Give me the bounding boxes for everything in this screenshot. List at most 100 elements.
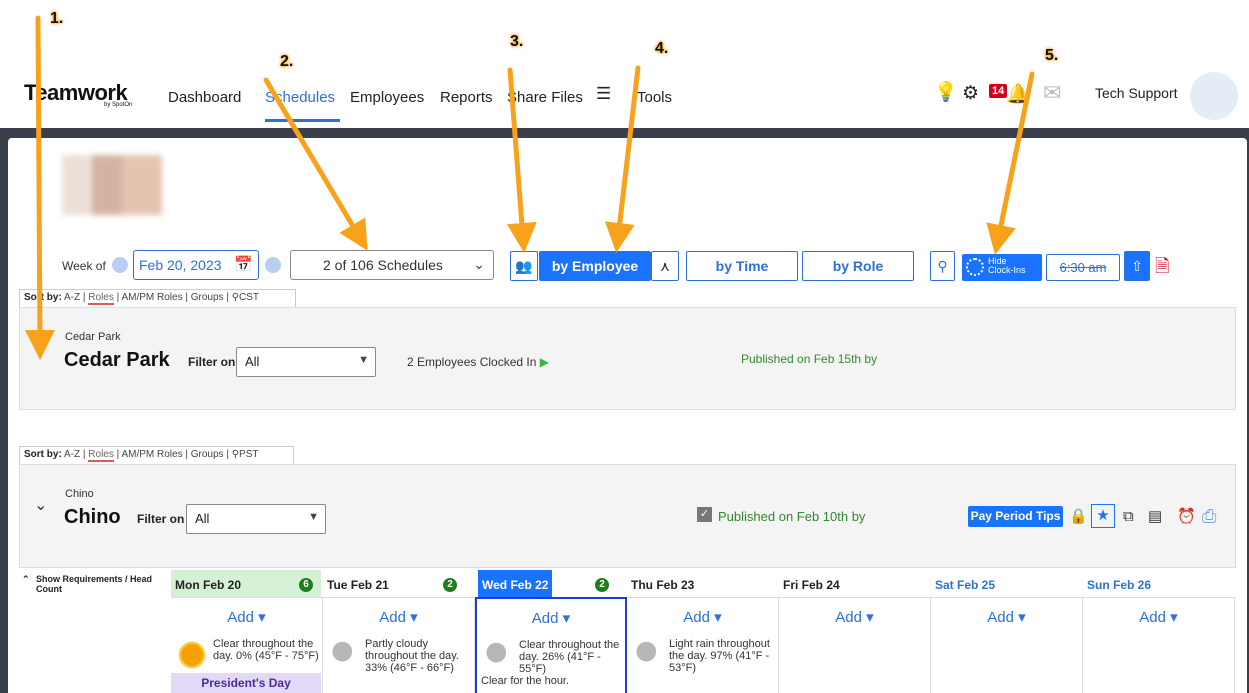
bell-icon[interactable]: 🔔 [1006,82,1030,106]
sort-label: Sort by: [24,449,62,460]
sort-roles[interactable]: Roles [88,449,114,462]
hide-clockins-button[interactable]: Hide Clock-Ins [962,254,1042,281]
nav-reports[interactable]: Reports [440,89,493,106]
shift-count-badge: 2 [443,578,457,592]
weather-text: Partly cloudy throughout the day. 33% (4… [365,638,459,674]
nav-dashboard[interactable]: Dashboard [168,89,241,106]
sort-ampm-roles[interactable]: AM/PM Roles [121,449,182,460]
by-role-button[interactable]: by Role [802,251,914,281]
add-shift-button[interactable]: Add ▾ [1083,608,1234,626]
add-shift-button[interactable]: Add ▾ [477,609,625,627]
location-label-small: Cedar Park [65,331,121,343]
logo-subtext: by SpotOn [104,102,133,108]
day-header[interactable]: Fri Feb 24 [779,570,929,597]
day-header[interactable]: Wed Feb 22 [478,570,552,597]
nav-active-underline [265,119,340,122]
play-icon: ▶ [539,355,549,369]
location-title: Cedar Park [64,349,170,371]
add-shift-button[interactable]: Add ▾ [627,608,778,626]
week-of-label: Week of [62,259,106,273]
teamwork-logo[interactable]: Teamwork by SpotOn [24,80,132,108]
timezone-label[interactable]: CST [239,292,259,303]
clocked-in-status[interactable]: 2 Employees Clocked In ▶ [407,355,549,369]
print-icon[interactable]: ⎙ [1202,506,1216,527]
next-week-button[interactable] [265,257,281,273]
chevron-up-icon: ⌃ [22,574,30,584]
day-cell: Add ▾ [1083,597,1235,693]
pdf-icon[interactable]: 🗎 [1155,254,1169,284]
pin-icon: ⚲ [231,292,240,303]
prev-week-button[interactable] [112,257,128,273]
collapse-chevron-icon[interactable]: ⌄ [34,495,47,515]
weather-forecast: Clear throughout the day. 26% (41°F - 55… [481,639,625,687]
day-cell: Add ▾ Clear throughout the day. 26% (41°F… [475,597,627,693]
copy-icon[interactable]: ⧉ [1123,508,1134,525]
merge-icon[interactable]: ⋏ [651,251,679,281]
collapse-chevron-icon[interactable]: ⌄ [34,338,47,358]
day-header[interactable]: Thu Feb 23 [627,570,777,597]
pay-period-tips-button[interactable]: Pay Period Tips [968,506,1063,527]
sort-groups[interactable]: Groups [191,292,224,303]
schedule-select-value: 2 of 106 Schedules [323,257,443,273]
presentation-icon[interactable]: ▤ [1148,507,1162,525]
search-schedule-icon[interactable]: ⚲ [930,251,955,281]
add-shift-button[interactable]: Add ▾ [323,608,474,626]
alarm-icon[interactable]: ⏰ [1177,507,1196,525]
annotation-4: 4. [655,40,669,57]
hide-clockins-label: Hide Clock-Ins [988,256,1026,275]
annotation-3: 3. [510,33,524,50]
nav-share-files[interactable]: Share Files [507,89,583,106]
add-shift-button[interactable]: Add ▾ [779,608,930,626]
clock-icon [966,258,984,276]
location-title: Chino [64,506,121,528]
filter-value: All [245,354,260,369]
notification-count-badge[interactable]: 14 [989,84,1008,98]
week-date-picker[interactable]: Feb 20, 2023 📅 [133,250,259,280]
day-header[interactable]: Sat Feb 25 [931,570,1081,597]
published-checkbox[interactable]: ✓ [697,507,712,522]
sun-icon [175,638,209,672]
holiday-label: President's Day [171,673,321,693]
group-view-icon[interactable]: 👥 [510,251,538,281]
sort-ampm-roles[interactable]: AM/PM Roles [121,292,182,303]
nav-tools[interactable]: Tools [637,89,672,106]
weather-forecast: Clear throughout the day. 0% (45°F - 75°… [175,638,322,672]
storm-cloud-icon [631,638,665,672]
day-cell: Add ▾ [779,597,931,693]
chevron-down-icon: ▼ [308,511,319,523]
timezone-label[interactable]: PST [239,449,258,460]
add-shift-button[interactable]: Add ▾ [931,608,1082,626]
add-shift-button[interactable]: Add ▾ [171,608,322,626]
weather-forecast: Light rain throughout the day. 97% (41°F… [631,638,778,674]
time-filter[interactable]: 6:30 am [1046,254,1120,281]
user-name[interactable]: Tech Support [1095,85,1178,101]
gear-icon[interactable]: ⚙ [962,82,979,105]
schedule-select[interactable]: 2 of 106 Schedules ⌄ [290,250,494,280]
show-requirements-toggle[interactable]: ⌃ Show Requirements / Head Count [22,574,159,594]
mail-icon[interactable]: ✉ [1043,80,1061,106]
by-time-button[interactable]: by Time [686,251,798,281]
pin-icon: ⚲ [231,449,240,460]
sort-groups[interactable]: Groups [191,449,224,460]
weather-forecast: Partly cloudy throughout the day. 33% (4… [327,638,474,674]
by-employee-button[interactable]: by Employee [539,251,651,281]
filter-select[interactable]: All ▼ [186,504,326,534]
calendar-star-icon[interactable]: ★ [1091,504,1115,528]
lightbulb-icon[interactable]: 💡 [934,80,958,104]
sort-roles[interactable]: Roles [88,292,114,305]
nav-schedules[interactable]: Schedules [265,89,335,106]
stack-icon[interactable]: ☰ [596,84,611,104]
shift-count-badge: 2 [595,578,609,592]
filter-select[interactable]: All ▼ [236,347,376,377]
upload-icon[interactable]: ⇧ [1124,251,1150,281]
sort-az[interactable]: A-Z [64,292,80,303]
location-label-small: Chino [65,488,94,500]
nav-employees[interactable]: Employees [350,89,424,106]
lock-icon[interactable]: 🔒 [1069,507,1088,525]
day-header[interactable]: Sun Feb 26 [1083,570,1233,597]
sort-az[interactable]: A-Z [64,449,80,460]
sort-label: Sort by: [24,292,62,303]
day-cell: Add ▾ [931,597,1083,693]
filter-on-label: Filter on [137,512,185,526]
avatar[interactable] [1190,72,1238,120]
